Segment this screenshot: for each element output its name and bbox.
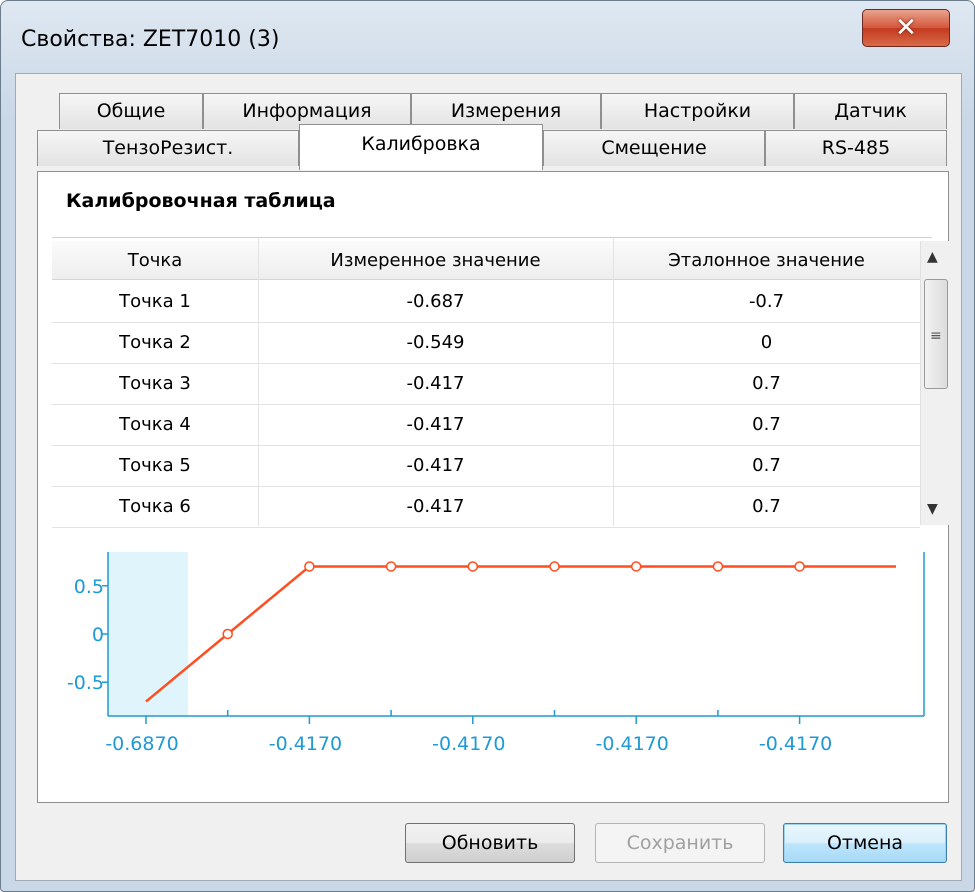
close-button[interactable]: ✕ xyxy=(862,9,950,47)
tab-tensoresist[interactable]: ТензоРезист. xyxy=(37,130,299,166)
cell-point[interactable]: Точка 4 xyxy=(52,405,258,445)
table-row[interactable]: Точка 6 -0.417 0.7 xyxy=(52,487,920,528)
save-button[interactable]: Сохранить xyxy=(595,823,765,863)
x-tick-label: -0.6870 xyxy=(105,733,178,755)
tab-sensor[interactable]: Датчик xyxy=(794,93,947,129)
series-line xyxy=(145,565,896,703)
data-point xyxy=(304,561,315,572)
x-tick-label: -0.4170 xyxy=(432,733,505,755)
cell-point[interactable]: Точка 3 xyxy=(52,364,258,404)
cell-point[interactable]: Точка 6 xyxy=(52,487,258,527)
x-tick-label: -0.4170 xyxy=(269,733,342,755)
cell-measured[interactable]: -0.549 xyxy=(258,323,613,363)
column-header-measured[interactable]: Измеренное значение xyxy=(258,241,613,281)
tab-offset[interactable]: Смещение xyxy=(543,130,765,166)
y-tick-label: 0 xyxy=(92,624,104,646)
close-icon: ✕ xyxy=(895,13,917,43)
cell-measured[interactable]: -0.417 xyxy=(258,487,613,527)
y-tick-label: -0.5 xyxy=(67,672,104,694)
grip-icon: ≡ xyxy=(930,328,942,344)
tab-general[interactable]: Общие xyxy=(59,93,203,129)
row-divider xyxy=(52,527,920,528)
data-point xyxy=(549,561,560,572)
y-tick-label: 0.5 xyxy=(74,576,104,598)
tab-settings[interactable]: Настройки xyxy=(601,93,794,129)
tab-rs485[interactable]: RS-485 xyxy=(765,130,947,166)
calibration-table: Точка Измеренное значение Эталонное знач… xyxy=(52,237,949,528)
table-row[interactable]: Точка 4 -0.417 0.7 xyxy=(52,405,920,446)
scroll-up-icon[interactable]: ▲ xyxy=(927,249,938,265)
cell-point[interactable]: Точка 5 xyxy=(52,446,258,486)
scroll-down-icon[interactable]: ▼ xyxy=(927,501,938,517)
section-title: Калибровочная таблица xyxy=(66,190,336,212)
scrollbar-thumb[interactable]: ≡ xyxy=(924,279,948,389)
selection-highlight xyxy=(108,552,188,716)
data-point xyxy=(712,561,724,572)
cell-measured[interactable]: -0.417 xyxy=(258,446,613,486)
refresh-button[interactable]: Обновить xyxy=(405,823,575,863)
x-tick-label: -0.4170 xyxy=(759,733,832,755)
window-title: Свойства: ZET7010 (3) xyxy=(21,27,280,52)
calibration-chart: 0.5 0 -0.5 -0.6870 -0.4170 -0.4170 -0.4170 -0.4… xyxy=(67,552,925,755)
cell-reference[interactable]: -0.7 xyxy=(613,282,920,322)
cell-reference[interactable]: 0.7 xyxy=(613,487,920,527)
calibration-panel: Калибровочная таблица Точка Измеренное з… xyxy=(37,171,949,803)
table-row[interactable]: Точка 3 -0.417 0.7 xyxy=(52,364,920,405)
data-point xyxy=(467,561,479,572)
cell-measured[interactable]: -0.417 xyxy=(258,405,613,445)
x-tick-label: -0.4170 xyxy=(596,733,669,755)
table-scrollbar[interactable]: ▲ ≡ ▼ xyxy=(920,241,949,525)
cancel-button[interactable]: Отмена xyxy=(783,823,947,863)
cell-measured[interactable]: -0.417 xyxy=(258,364,613,404)
cell-reference[interactable]: 0.7 xyxy=(613,446,920,486)
column-header-point[interactable]: Точка xyxy=(52,241,258,281)
cell-reference[interactable]: 0 xyxy=(613,323,920,363)
table-row[interactable]: Точка 1 -0.687 -0.7 xyxy=(52,282,920,323)
cell-measured[interactable]: -0.687 xyxy=(258,282,613,322)
table-header: Точка Измеренное значение Эталонное знач… xyxy=(52,241,920,280)
tab-calibration[interactable]: Калибровка xyxy=(299,124,543,170)
data-point xyxy=(222,628,233,640)
cell-reference[interactable]: 0.7 xyxy=(613,405,920,445)
data-point xyxy=(794,561,805,572)
data-point xyxy=(630,561,642,572)
cell-point[interactable]: Точка 2 xyxy=(52,323,258,363)
title-bar[interactable]: Свойства: ZET7010 (3) ✕ xyxy=(1,1,974,81)
data-point xyxy=(385,561,397,572)
cell-reference[interactable]: 0.7 xyxy=(613,364,920,404)
table-row[interactable]: Точка 5 -0.417 0.7 xyxy=(52,446,920,487)
column-header-reference[interactable]: Эталонное значение xyxy=(613,241,920,281)
table-row[interactable]: Точка 2 -0.549 0 xyxy=(52,323,920,364)
cell-point[interactable]: Точка 1 xyxy=(52,282,258,322)
